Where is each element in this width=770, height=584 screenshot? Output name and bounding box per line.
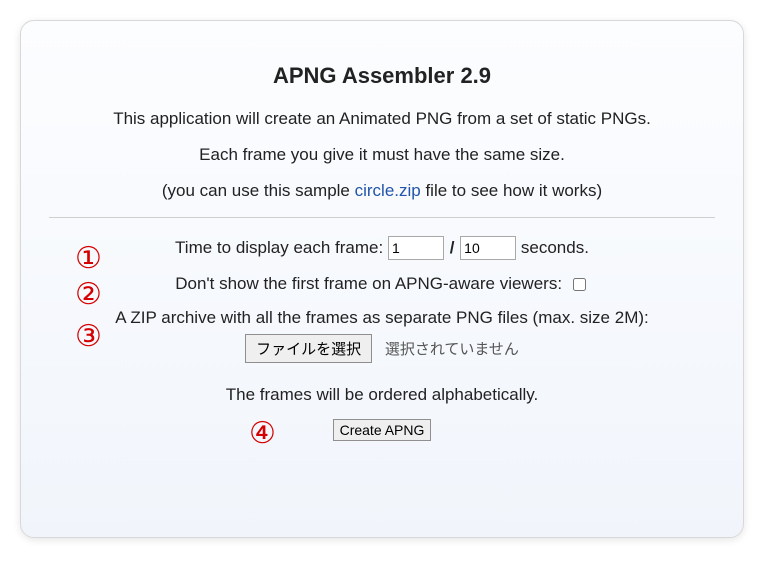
zip-label: A ZIP archive with all the frames as sep… (115, 308, 648, 328)
frame-time-label-post: seconds. (521, 238, 589, 257)
badge-4-icon: ④ (249, 419, 276, 449)
row-skip-first: ② Don't show the first frame on APNG-awa… (49, 274, 715, 294)
intro-line-3: (you can use this sample circle.zip file… (49, 181, 715, 201)
order-note: The frames will be ordered alphabeticall… (49, 385, 715, 405)
badge-2-icon: ② (75, 280, 102, 310)
row-zip-upload: ③ A ZIP archive with all the frames as s… (49, 308, 715, 363)
intro-line-2: Each frame you give it must have the sam… (49, 145, 715, 165)
intro-line-3-pre: (you can use this sample (162, 181, 355, 200)
frame-time-label-pre: Time to display each frame: (175, 238, 388, 257)
skip-first-checkbox[interactable] (573, 278, 586, 291)
file-status-text: 選択されていません (385, 341, 519, 358)
sample-link[interactable]: circle.zip (355, 181, 421, 200)
row-submit: ④ Create APNG (49, 419, 715, 441)
intro-line-1: This application will create an Animated… (49, 109, 715, 129)
create-apng-button[interactable]: Create APNG (333, 419, 432, 441)
numerator-input[interactable] (388, 236, 444, 260)
skip-first-label: Don't show the first frame on APNG-aware… (175, 274, 567, 293)
badge-1-icon: ① (75, 244, 102, 274)
divider (49, 217, 715, 218)
main-panel: APNG Assembler 2.9 This application will… (20, 20, 744, 538)
file-choose-button[interactable]: ファイルを選択 (245, 334, 372, 363)
denominator-input[interactable] (460, 236, 516, 260)
badge-3-icon: ③ (75, 322, 102, 352)
intro-line-3-post: file to see how it works) (421, 181, 602, 200)
app-title: APNG Assembler 2.9 (49, 63, 715, 89)
slash-label: / (450, 238, 455, 257)
row-frame-time: ① Time to display each frame: / seconds. (49, 236, 715, 260)
